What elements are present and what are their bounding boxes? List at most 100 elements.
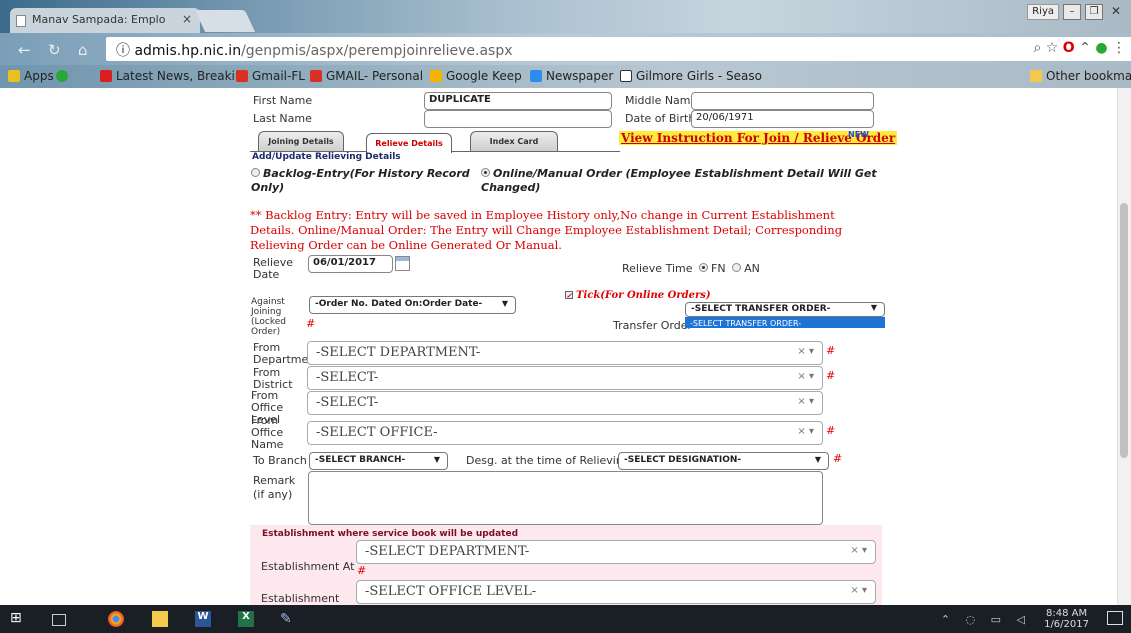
first-name-label: First Name [253,94,313,107]
home-icon[interactable]: ⌂ [78,41,88,59]
profile-chip[interactable]: Riya [1027,4,1059,20]
from-office-name-label: From Office Name [251,414,284,451]
clear-dropdown-icon[interactable]: × ▾ [850,545,867,556]
middle-name-input[interactable] [691,92,874,110]
from-district-label: From District [253,366,293,391]
radio-an[interactable] [732,263,742,272]
to-branch-select[interactable]: -SELECT BRANCH- ▼ [309,452,448,470]
windows-start-icon[interactable]: ⊞ [10,610,26,626]
tab-title: Manav Sampada: Emplo [32,13,166,26]
address-bar-row: ← ↻ ⌂ ⓘ admis.hp.nic.in/genpmis/aspx/per… [0,33,1131,65]
gmail-icon [310,70,322,82]
establishment-office-select[interactable]: -SELECT OFFICE LEVEL- × ▾ [356,580,876,604]
relieve-date-label: Relieve Date [253,256,294,281]
file-explorer-icon[interactable] [152,611,168,627]
designation-select[interactable]: -SELECT DESIGNATION- ▼ [618,452,829,470]
tab-close-icon[interactable]: × [182,12,192,26]
grammarly-icon[interactable]: ● [1095,40,1107,56]
last-name-input[interactable] [424,110,612,128]
back-icon[interactable]: ← [18,41,31,59]
relieve-date-input[interactable]: 06/01/2017 [308,255,393,273]
chevron-down-icon: ▼ [814,455,821,464]
new-badge: NEW [848,130,869,139]
from-office-level-select[interactable]: -SELECT- × ▾ [307,391,823,415]
to-branch-label: To Branch [253,454,307,467]
scrollbar-thumb[interactable] [1120,203,1128,458]
clear-dropdown-icon[interactable]: × ▾ [797,426,814,437]
remark-textarea[interactable] [308,471,823,525]
url-input[interactable]: ⓘ admis.hp.nic.in/genpmis/aspx/perempjoi… [106,37,1131,61]
restore-icon[interactable]: ❐ [1085,4,1103,20]
bookmark-gmail-fl[interactable]: Gmail-FL [236,69,305,83]
notifications-icon[interactable] [1107,611,1123,625]
from-office-name-select[interactable]: -SELECT OFFICE- × ▾ [307,421,823,445]
reload-icon[interactable]: ↻ [48,41,61,59]
middle-name-label: Middle Name [625,94,698,107]
new-tab-button[interactable] [194,10,256,32]
section-title: Add/Update Relieving Details [252,152,401,162]
establishment-at-select[interactable]: -SELECT DEPARTMENT- × ▾ [356,540,876,564]
radio-circle-selected[interactable] [481,168,490,177]
page-icon [620,70,632,82]
minimize-icon[interactable]: – [1063,4,1081,20]
transfer-order-select[interactable]: -SELECT TRANSFER ORDER- ▼ [685,302,885,317]
from-department-label: From Department [253,341,320,366]
bookmark-whatsapp[interactable] [56,69,72,83]
folder-icon [1030,70,1042,82]
transfer-order-option[interactable]: -SELECT TRANSFER ORDER- [685,317,885,328]
chrome-icon[interactable] [108,611,124,627]
required-mark: # [306,317,316,330]
opera-icon[interactable]: O [1063,40,1075,56]
menu-icon[interactable]: ⋮ [1112,40,1126,56]
extension-icon[interactable]: ⌃ [1079,40,1091,56]
clear-dropdown-icon[interactable]: × ▾ [797,371,814,382]
against-joining-select[interactable]: -Order No. Dated On:Order Date- ▼ [309,296,516,314]
dob-label: Date of Birth [625,112,696,125]
bookmark-gmail-personal[interactable]: GMAIL- Personal [310,69,423,83]
tick-online-orders[interactable]: ✓ Tick(For Online Orders) [565,290,711,301]
radio-fn[interactable] [699,263,708,272]
fn-label: FN [711,262,726,275]
excel-icon[interactable]: X [238,611,254,627]
tick-checkbox[interactable]: ✓ [565,291,573,299]
task-view-icon[interactable] [52,614,66,626]
windows-taskbar: ⊞ W X ✎ ⌃ ◌ ▭ ◁ 8:48 AM 1/6/2017 [0,605,1131,633]
bookmark-other[interactable]: Other bookmarks [1030,69,1131,83]
clear-dropdown-icon[interactable]: × ▾ [850,585,867,596]
from-department-select[interactable]: -SELECT DEPARTMENT- × ▾ [307,341,823,365]
required-mark: # [357,564,367,577]
dob-input[interactable]: 20/06/1971 [691,110,874,128]
paint-icon[interactable]: ✎ [280,611,296,627]
last-name-label: Last Name [253,112,312,125]
calendar-icon[interactable] [395,256,410,271]
designation-label: Desg. at the time of Relieving [466,454,630,467]
clear-dropdown-icon[interactable]: × ▾ [797,396,814,407]
info-icon[interactable]: ⓘ [116,43,130,59]
bookmark-newspaper[interactable]: Newspaper [530,69,613,83]
bookmark-apps[interactable]: Apps [8,69,54,83]
star-icon[interactable]: ☆ [1046,40,1059,56]
against-joining-label: Against Joining (Locked Order) [251,297,286,337]
bookmark-google-keep[interactable]: Google Keep [430,69,522,83]
required-mark: # [833,452,843,465]
from-district-select[interactable]: -SELECT- × ▾ [307,366,823,390]
close-window-icon[interactable]: ✕ [1107,4,1125,20]
bookmark-gilmore[interactable]: Gilmore Girls - Seaso [620,69,762,83]
first-name-input[interactable]: DUPLICATE [424,92,612,110]
clock[interactable]: 8:48 AM 1/6/2017 [1044,608,1089,630]
tab-index-card[interactable]: Index Card [470,131,558,151]
tab-joining-details[interactable]: Joining Details [258,131,344,151]
url-host: admis.hp.nic.in [134,43,242,59]
system-tray-icons[interactable]: ⌃ ◌ ▭ ◁ [941,613,1031,626]
tab-relieve-details[interactable]: Relieve Details [366,133,452,153]
clear-dropdown-icon[interactable]: × ▾ [797,346,814,357]
bookmark-news[interactable]: Latest News, Breakin [100,69,242,83]
radio-online-manual-order[interactable]: Online/Manual Order (Employee Establishm… [481,167,881,195]
establishment-office-label: Establishment Office Level [261,592,340,606]
zoom-icon[interactable]: ⌕ [1033,40,1041,56]
relieve-time-label: Relieve Time [622,262,693,275]
browser-tab[interactable]: Manav Sampada: Emplo × [10,8,200,33]
radio-circle[interactable] [251,168,260,177]
word-icon[interactable]: W [195,611,211,627]
radio-backlog-entry[interactable]: Backlog-Entry(For History Record Only) [251,167,471,195]
